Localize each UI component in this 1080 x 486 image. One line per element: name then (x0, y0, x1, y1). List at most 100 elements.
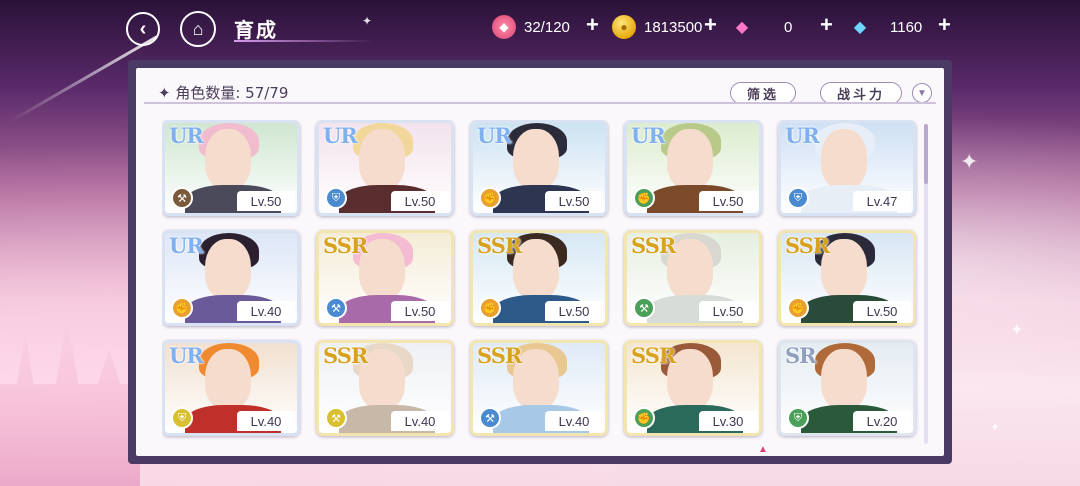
level-label: Lv.47 (853, 191, 911, 211)
resource-coin: ● 1813500 + (612, 12, 717, 40)
shield-role-icon: ⛨ (787, 407, 809, 429)
level-label: Lv.50 (391, 301, 449, 321)
title-underline-decoration (234, 40, 374, 42)
rarity-badge: UR (631, 123, 666, 148)
character-panel-inner: ✦ 角色数量: 57/79 筛选 战斗力 ▼ UR ⚒ Lv.50 UR ⛨ Lv.50 U… (136, 68, 944, 456)
background-castle (0, 316, 140, 486)
character-grid: UR ⚒ Lv.50 UR ⛨ Lv.50 UR ✊ Lv.50 UR ✊ Lv.50 UR ⛨ Lv.47… (162, 120, 922, 436)
page-title: 育成 (234, 20, 278, 42)
rarity-badge: SSR (631, 343, 676, 368)
coin-count: 1813500 (644, 18, 703, 36)
shield-role-icon: ⛨ (325, 187, 347, 209)
candy-count: 32/120 (524, 18, 570, 36)
fist-role-icon: ✊ (171, 297, 193, 319)
portrait-face (359, 129, 405, 189)
portrait-face (205, 349, 251, 409)
shield-role-icon: ⛨ (171, 407, 193, 429)
level-label: Lv.50 (237, 191, 295, 211)
portrait-face (513, 129, 559, 189)
character-card[interactable]: SSR ✊ Lv.30 (624, 340, 762, 436)
character-card[interactable]: UR ⛨ Lv.50 (316, 120, 454, 216)
level-label: Lv.50 (699, 191, 757, 211)
blue-diamond-icon: ◆ (853, 19, 867, 36)
panel-header: ✦ 角色数量: 57/79 筛选 战斗力 ▼ (150, 78, 932, 104)
resource-pink-gem: ◆ 0 + (730, 12, 833, 40)
level-label: Lv.50 (699, 301, 757, 321)
hammer-role-icon: ⚒ (325, 407, 347, 429)
sparkle-icon: ✦ (990, 420, 1001, 434)
fist-role-icon: ✊ (787, 297, 809, 319)
sort-direction-button[interactable]: ▼ (912, 83, 932, 103)
pink-gem-count: 0 (784, 18, 793, 36)
portrait-face (821, 349, 867, 409)
candy-icon: ◆ (492, 15, 516, 39)
coin-icon: ● (612, 15, 636, 39)
level-label: Lv.30 (699, 411, 757, 431)
hammer-role-icon: ⚒ (479, 407, 501, 429)
level-label: Lv.50 (853, 301, 911, 321)
back-arrow-icon: ‹ (139, 17, 147, 40)
rarity-badge: SR (785, 343, 817, 368)
level-label: Lv.40 (237, 301, 295, 321)
character-count-label: ✦ 角色数量: 57/79 (158, 84, 289, 102)
level-label: Lv.40 (391, 411, 449, 431)
character-card[interactable]: UR ⛨ Lv.47 (778, 120, 916, 216)
fist-role-icon: ✊ (633, 187, 655, 209)
resource-blue-gem: ◆ 1160 + (848, 12, 951, 40)
character-grid-viewport[interactable]: UR ⚒ Lv.50 UR ⛨ Lv.50 UR ✊ Lv.50 UR ✊ Lv.50 UR ⛨ Lv.47… (162, 120, 922, 450)
character-card[interactable]: SSR ✊ Lv.50 (778, 230, 916, 326)
level-label: Lv.50 (545, 191, 603, 211)
character-card[interactable]: SSR ✊ Lv.50 (470, 230, 608, 326)
rarity-badge: SSR (323, 343, 368, 368)
hammer-role-icon: ⚒ (325, 297, 347, 319)
add-blue-gem-button[interactable]: + (938, 12, 951, 38)
character-card[interactable]: SR ⛨ Lv.20 (778, 340, 916, 436)
top-bar: ‹ ⌂ 育成 ◆ 32/120 + ● 1813500 + ◆ 0 + ◆ 11… (0, 0, 1080, 56)
rarity-badge: UR (169, 343, 204, 368)
sparkle-icon: ✦ (1010, 320, 1024, 339)
level-label: Lv.50 (391, 191, 449, 211)
chevron-down-icon: ▼ (917, 87, 927, 99)
blue-gem-count: 1160 (890, 18, 923, 36)
portrait-face (821, 129, 867, 189)
rarity-badge: SSR (323, 233, 368, 258)
home-button[interactable]: ⌂ (180, 11, 216, 47)
character-panel: ✦ 角色数量: 57/79 筛选 战斗力 ▼ UR ⚒ Lv.50 UR ⛨ Lv.50 U… (128, 60, 952, 464)
character-card[interactable]: SSR ⚒ Lv.40 (470, 340, 608, 436)
scrollbar-thumb[interactable] (924, 124, 928, 184)
rarity-badge: UR (169, 123, 204, 148)
rarity-badge: UR (169, 233, 204, 258)
character-card[interactable]: UR ✊ Lv.50 (624, 120, 762, 216)
level-label: Lv.20 (853, 411, 911, 431)
rarity-badge: SSR (477, 233, 522, 258)
character-card[interactable]: SSR ⚒ Lv.50 (316, 230, 454, 326)
add-coin-button[interactable]: + (704, 12, 717, 38)
add-pink-gem-button[interactable]: + (820, 12, 833, 38)
portrait-face (667, 129, 713, 189)
character-card[interactable]: UR ✊ Lv.40 (162, 230, 300, 326)
portrait-face (205, 239, 251, 299)
header-divider (144, 102, 936, 104)
pink-diamond-icon: ◆ (735, 19, 749, 36)
character-card[interactable]: UR ✊ Lv.50 (470, 120, 608, 216)
level-label: Lv.40 (545, 411, 603, 431)
fist-role-icon: ✊ (479, 187, 501, 209)
hammer-role-icon: ⚒ (633, 297, 655, 319)
portrait-face (205, 129, 251, 189)
rarity-badge: UR (785, 123, 820, 148)
rarity-badge: UR (477, 123, 512, 148)
filter-button[interactable]: 筛选 (730, 82, 797, 104)
rarity-badge: SSR (631, 233, 676, 258)
resource-candy: ◆ 32/120 + (492, 12, 599, 40)
character-card[interactable]: UR ⚒ Lv.50 (162, 120, 300, 216)
rarity-badge: SSR (477, 343, 522, 368)
scroll-indicator-icon: ▲ (758, 444, 768, 455)
character-card[interactable]: UR ⛨ Lv.40 (162, 340, 300, 436)
shield-role-icon: ⛨ (787, 187, 809, 209)
back-button[interactable]: ‹ (126, 12, 160, 46)
character-card[interactable]: SSR ⚒ Lv.40 (316, 340, 454, 436)
add-candy-button[interactable]: + (586, 12, 599, 38)
castle-home-icon: ⌂ (192, 18, 204, 39)
character-card[interactable]: SSR ⚒ Lv.50 (624, 230, 762, 326)
sort-by-power-button[interactable]: 战斗力 (820, 82, 903, 104)
